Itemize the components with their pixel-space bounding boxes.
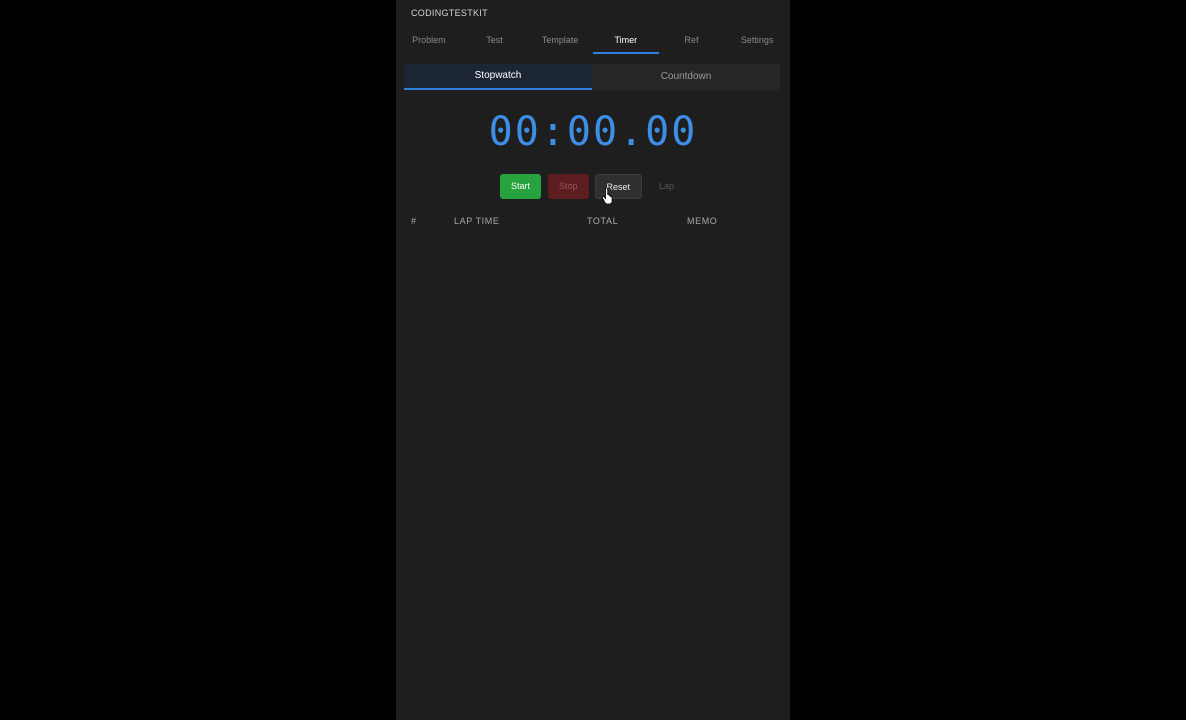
stopwatch-controls: Start Stop Reset Lap bbox=[500, 174, 685, 199]
stop-button[interactable]: Stop bbox=[548, 174, 589, 199]
stopwatch-display: 00:00.00 bbox=[488, 109, 698, 155]
stopwatch-tab[interactable]: Stopwatch bbox=[404, 64, 592, 90]
tab-test[interactable]: Test bbox=[462, 28, 528, 54]
app-title: CODINGTESTKIT bbox=[411, 8, 488, 18]
tab-template[interactable]: Template bbox=[527, 28, 593, 54]
tab-ref[interactable]: Ref bbox=[659, 28, 725, 54]
app-panel: CODINGTESTKIT Problem Test Template Time… bbox=[396, 0, 790, 720]
tab-timer[interactable]: Timer bbox=[593, 28, 659, 54]
main-nav: Problem Test Template Timer Ref Settings bbox=[396, 28, 790, 54]
countdown-tab[interactable]: Countdown bbox=[592, 64, 780, 90]
tab-settings[interactable]: Settings bbox=[724, 28, 790, 54]
lap-col-lap-time: LAP TIME bbox=[454, 216, 500, 226]
hand-pointer-cursor-icon bbox=[602, 188, 613, 204]
start-button[interactable]: Start bbox=[500, 174, 542, 199]
lap-col-memo: MEMO bbox=[687, 216, 718, 226]
lap-table-header: # LAP TIME TOTAL MEMO bbox=[411, 216, 776, 230]
timer-mode-switch: Stopwatch Countdown bbox=[404, 64, 780, 90]
lap-col-index: # bbox=[411, 216, 417, 226]
tab-problem[interactable]: Problem bbox=[396, 28, 462, 54]
lap-col-total: TOTAL bbox=[587, 216, 619, 226]
lap-button[interactable]: Lap bbox=[648, 174, 685, 199]
